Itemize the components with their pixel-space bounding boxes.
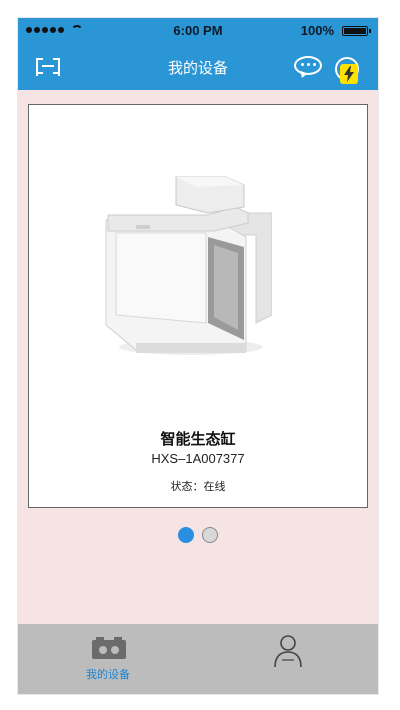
- tab-bar: 我的设备: [18, 624, 378, 694]
- battery-percentage: 100%: [300, 23, 334, 38]
- battery-icon: [342, 26, 371, 36]
- tab-my-devices[interactable]: 我的设备: [18, 624, 198, 694]
- page-title: 我的设备: [167, 59, 228, 77]
- smart-aquarium-tank-image: [105, 176, 272, 355]
- chat-bubble-icon[interactable]: [294, 56, 324, 80]
- tab-my-devices-label: 我的设备: [86, 668, 130, 681]
- status-bar: 6:00 PM 100%: [18, 18, 378, 44]
- lightning-bolt-icon[interactable]: [340, 64, 358, 84]
- page-dot-1[interactable]: [178, 527, 194, 543]
- device-status: 状态：在线: [170, 480, 226, 493]
- page-indicator: [18, 527, 378, 543]
- page-dot-2[interactable]: [202, 527, 218, 543]
- device-id: HXS–1A007377: [151, 451, 245, 466]
- device-name: 智能生态缸: [160, 430, 236, 448]
- tab-profile[interactable]: [198, 624, 378, 694]
- navigation-bar: 我的设备: [18, 44, 378, 90]
- device-box-icon: [92, 637, 126, 659]
- phone-screen: 6:00 PM 100% 我的设备 智能生态缸 HXS–1A007377 状态：…: [18, 18, 378, 694]
- device-card[interactable]: 智能生态缸 HXS–1A007377 状态：在线: [28, 104, 368, 508]
- user-profile-icon: [274, 635, 302, 668]
